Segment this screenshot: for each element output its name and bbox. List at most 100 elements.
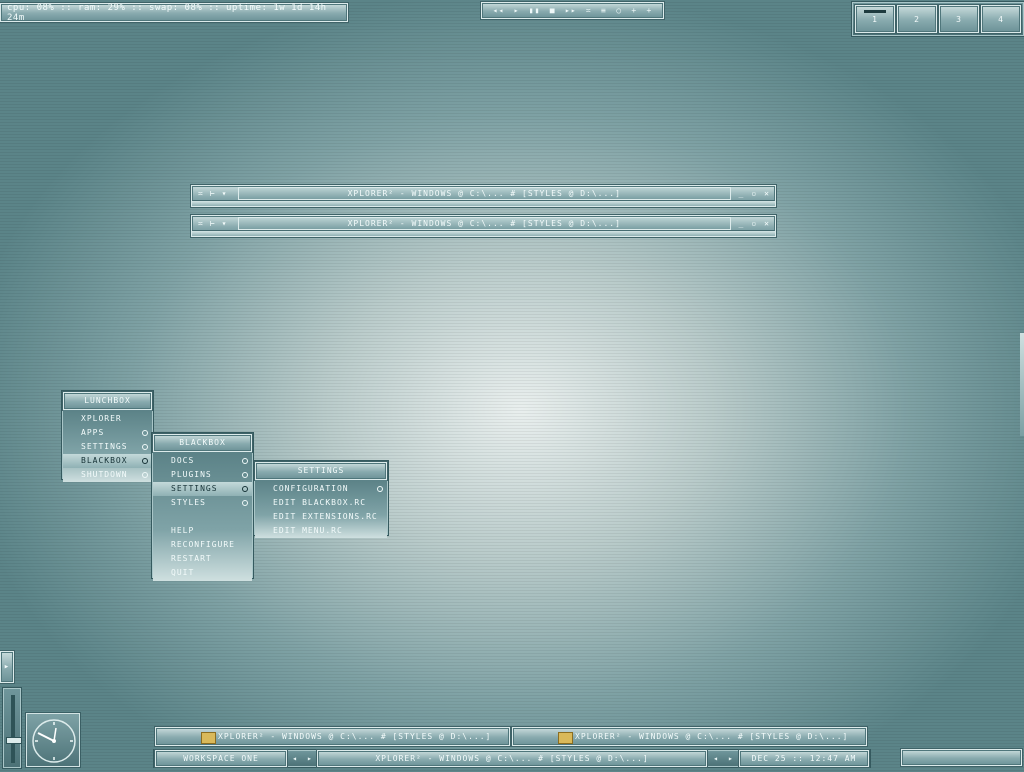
menu-item-edit-extensions-rc[interactable]: EDIT EXTENSIONS.RC <box>255 510 387 524</box>
stop-icon[interactable]: ■ <box>550 6 556 15</box>
menu-item-label: XPLORER <box>81 414 122 423</box>
stick-icon[interactable]: ≍ <box>198 219 204 228</box>
settings-menu: SETTINGS CONFIGURATION EDIT BLACKBOX.RC … <box>254 461 388 538</box>
menu-item-label: EDIT MENU.RC <box>273 526 343 535</box>
next-window-icon[interactable]: ▸ <box>728 754 733 763</box>
workspace-label: 2 <box>914 14 920 24</box>
window-titlebar[interactable]: ≍ ⊢ ▾ xplorer² - windows @ c:\... # [sty… <box>192 216 775 231</box>
menu-item-label: QUIT <box>171 568 195 577</box>
lunchbox-menu: LUNCHBOX XPLORER APPS SETTINGS BLACKBOX … <box>62 391 153 482</box>
slider-knob[interactable] <box>6 737 22 744</box>
menu-item-label: RESTART <box>171 554 212 563</box>
window-menu-icon[interactable]: ▾ <box>222 219 228 228</box>
side-play-button[interactable]: ▸ <box>0 651 14 683</box>
window-handle[interactable] <box>192 230 775 236</box>
task-label: xplorer² - windows @ c:\... # [styles @ … <box>218 732 492 741</box>
maximize-icon[interactable]: ▫ <box>751 219 757 228</box>
volume-up-icon[interactable]: + <box>631 6 637 15</box>
workspace-label[interactable]: WORKSPACE ONE <box>155 750 287 767</box>
menu-item-edit-menu-rc[interactable]: EDIT MENU.RC <box>255 524 387 538</box>
system-tray <box>901 749 1022 766</box>
workspace-4-button[interactable]: 4 <box>981 5 1021 33</box>
close-icon[interactable]: ✕ <box>764 189 770 198</box>
menu-item-label: EDIT EXTENSIONS.RC <box>273 512 378 521</box>
submenu-icon <box>142 430 148 436</box>
volume-down-icon[interactable]: + <box>647 6 653 15</box>
menu-item-settings[interactable]: SETTINGS <box>153 482 252 496</box>
playlist-icon[interactable]: ≡ <box>601 6 607 15</box>
menu-item-help[interactable]: HELP <box>153 524 252 538</box>
menu-item-label: SETTINGS <box>81 442 128 451</box>
rewind-icon[interactable]: ◂◂ <box>493 6 505 15</box>
menu-item-quit[interactable]: QUIT <box>153 566 252 580</box>
menu-item-label: EDIT BLACKBOX.RC <box>273 498 367 507</box>
close-icon[interactable]: ✕ <box>764 219 770 228</box>
xplorer-window-2: ≍ ⊢ ▾ xplorer² - windows @ c:\... # [sty… <box>191 215 776 237</box>
pause-icon[interactable]: ▮▮ <box>529 6 541 15</box>
folder-icon <box>201 732 216 744</box>
submenu-icon <box>242 486 248 492</box>
window-handle[interactable] <box>192 200 775 206</box>
pin-icon[interactable]: ⊢ <box>210 219 216 228</box>
maximize-icon[interactable]: ▫ <box>751 189 757 198</box>
stick-icon[interactable]: ≍ <box>198 189 204 198</box>
taskbar-task-2[interactable]: xplorer² - windows @ c:\... # [styles @ … <box>512 727 867 746</box>
submenu-icon <box>242 500 248 506</box>
play-icon[interactable]: ▸ <box>514 6 520 15</box>
menu-item-label: HELP <box>171 526 195 535</box>
workspace-2-button[interactable]: 2 <box>897 5 937 33</box>
menu-item-restart[interactable]: RESTART <box>153 552 252 566</box>
next-workspace-icon[interactable]: ▸ <box>307 754 312 763</box>
prev-window-icon[interactable]: ◂ <box>713 754 718 763</box>
workspace-1-button[interactable]: 1 <box>855 5 895 33</box>
menu-item-label: STYLES <box>171 498 206 507</box>
menu-item-label: SHUTDOWN <box>81 470 128 479</box>
workspace-3-button[interactable]: 3 <box>939 5 979 33</box>
window-titlebar[interactable]: ≍ ⊢ ▾ xplorer² - windows @ c:\... # [sty… <box>192 186 775 201</box>
menu-item-apps[interactable]: APPS <box>63 426 152 440</box>
shuffle-icon[interactable]: ≍ <box>586 6 592 15</box>
window-title: xplorer² - windows @ c:\... # [styles @ … <box>238 187 731 200</box>
pin-icon[interactable]: ⊢ <box>210 189 216 198</box>
menu-item-docs[interactable]: DOCS <box>153 454 252 468</box>
repeat-icon[interactable]: ○ <box>616 6 622 15</box>
workspace-label: 3 <box>956 14 962 24</box>
clock-face-icon <box>32 719 76 763</box>
menu-item-xplorer[interactable]: XPLORER <box>63 412 152 426</box>
menu-separator <box>153 510 252 524</box>
current-window-label[interactable]: xplorer² - windows @ c:\... # [styles @ … <box>317 750 707 767</box>
menu-title: SETTINGS <box>255 462 387 480</box>
blackbox-menu: BLACKBOX DOCS PLUGINS SETTINGS STYLES HE… <box>152 433 253 581</box>
prev-workspace-icon[interactable]: ◂ <box>292 754 297 763</box>
fast-forward-icon[interactable]: ▸▸ <box>565 6 577 15</box>
minimize-icon[interactable]: _ <box>739 189 745 198</box>
slit-handle[interactable] <box>1020 333 1024 436</box>
menu-item-blackbox[interactable]: BLACKBOX <box>63 454 152 468</box>
workspace-pager: 1 2 3 4 <box>852 2 1024 36</box>
menu-title: LUNCHBOX <box>63 392 152 410</box>
minimize-icon[interactable]: _ <box>739 219 745 228</box>
task-label: xplorer² - windows @ c:\... # [styles @ … <box>575 732 849 741</box>
menu-item-plugins[interactable]: PLUGINS <box>153 468 252 482</box>
slider-track <box>11 695 15 763</box>
menu-item-edit-blackbox-rc[interactable]: EDIT BLACKBOX.RC <box>255 496 387 510</box>
system-monitor: cpu: 08% :: ram: 29% :: swap: 08% :: upt… <box>0 3 348 23</box>
submenu-icon <box>142 458 148 464</box>
submenu-icon <box>377 486 383 492</box>
menu-item-reconfigure[interactable]: RECONFIGURE <box>153 538 252 552</box>
menu-item-configuration[interactable]: CONFIGURATION <box>255 482 387 496</box>
menu-item-label: DOCS <box>171 456 195 465</box>
submenu-icon <box>242 458 248 464</box>
menu-item-label: APPS <box>81 428 105 437</box>
taskbar-task-1[interactable]: xplorer² - windows @ c:\... # [styles @ … <box>155 727 510 746</box>
clock-label: DEC 25 :: 12:47 AM <box>739 750 869 767</box>
menu-item-settings[interactable]: SETTINGS <box>63 440 152 454</box>
menu-item-shutdown[interactable]: SHUTDOWN <box>63 468 152 482</box>
menu-item-label: RECONFIGURE <box>171 540 235 549</box>
window-menu-icon[interactable]: ▾ <box>222 189 228 198</box>
workspace-label: 1 <box>872 14 878 24</box>
volume-slider[interactable] <box>3 688 22 768</box>
menu-title: BLACKBOX <box>153 434 252 452</box>
workspace-label: 4 <box>998 14 1004 24</box>
menu-item-styles[interactable]: STYLES <box>153 496 252 510</box>
